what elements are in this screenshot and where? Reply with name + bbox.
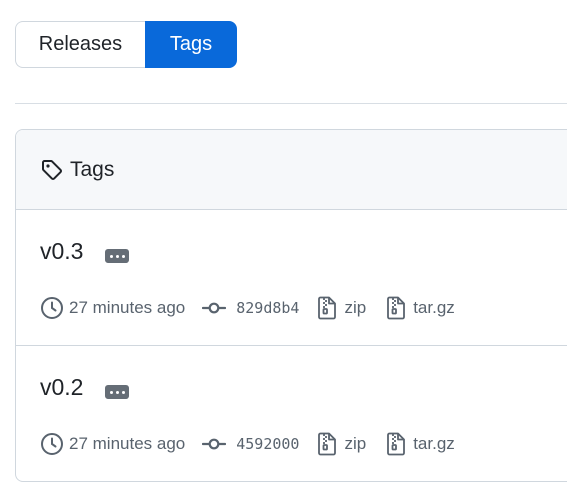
tag-meta: 27 minutes ago 829d8b4 zip tar.gz <box>40 295 455 321</box>
tag-meta: 27 minutes ago 4592000 zip tar.gz <box>40 431 455 457</box>
releases-tab[interactable]: Releases <box>15 21 145 68</box>
tag-time: 27 minutes ago <box>69 298 186 317</box>
tag-icon <box>40 158 64 182</box>
tags-tab[interactable]: Tags <box>145 21 237 68</box>
zip-download-link[interactable]: zip <box>344 298 366 318</box>
git-commit-icon <box>202 296 227 320</box>
tags-box-header: Tags <box>16 130 567 210</box>
clock-icon <box>40 432 64 456</box>
clock-icon <box>40 296 64 320</box>
commit-sha-link[interactable]: 4592000 <box>236 435 299 453</box>
tag-row: v0.2 27 minutes ago 4592000 zip tar.gz <box>16 345 567 480</box>
tag-name-link[interactable]: v0.2 <box>40 374 83 401</box>
file-zip-icon <box>317 432 337 456</box>
file-zip-icon <box>317 296 337 320</box>
commit-sha-link[interactable]: 829d8b4 <box>236 299 299 317</box>
git-commit-icon <box>202 432 227 456</box>
releases-tags-switcher: Releases Tags <box>15 21 237 68</box>
tags-page: Releases Tags Tags v0.3 27 minutes ago 8… <box>0 0 567 496</box>
tag-name-link[interactable]: v0.3 <box>40 238 83 265</box>
targz-download-link[interactable]: tar.gz <box>413 434 455 454</box>
tags-box-title: Tags <box>70 157 115 181</box>
tags-box: Tags v0.3 27 minutes ago 829d8b4 zip tar… <box>15 129 567 482</box>
tag-time: 27 minutes ago <box>69 434 186 453</box>
file-zip-icon <box>386 432 406 456</box>
targz-download-link[interactable]: tar.gz <box>413 298 455 318</box>
divider <box>15 103 567 104</box>
file-zip-icon <box>386 296 406 320</box>
tag-row: v0.3 27 minutes ago 829d8b4 zip tar.gz <box>16 210 567 345</box>
zip-download-link[interactable]: zip <box>344 434 366 454</box>
kebab-horizontal-icon[interactable] <box>105 249 129 263</box>
kebab-horizontal-icon[interactable] <box>105 385 129 399</box>
